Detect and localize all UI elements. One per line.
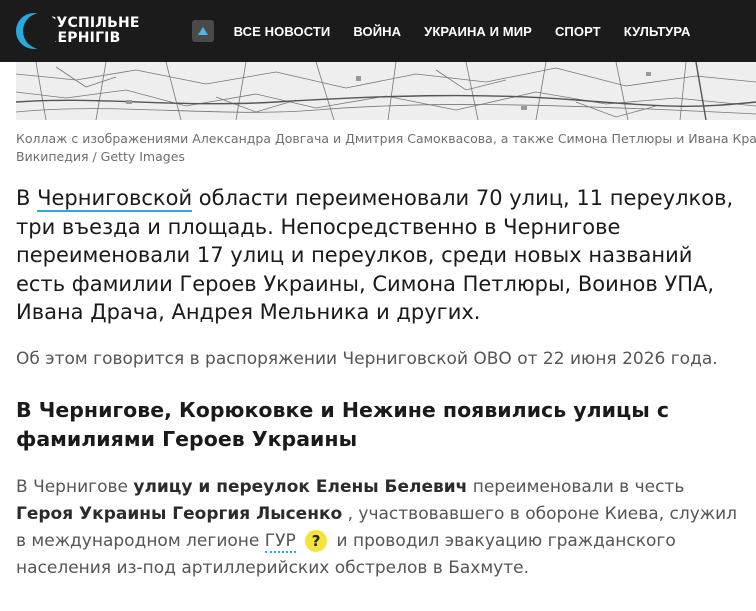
p2-text-2: переименовали в честь <box>467 477 685 497</box>
caption-text: Коллаж с изображениями Александра Довгач… <box>16 131 756 146</box>
nav-item-culture[interactable]: КУЛЬТУРА <box>624 24 691 39</box>
nav-item-ukraine-world[interactable]: УКРАИНА И МИР <box>424 24 532 39</box>
top-navigation-bar: СУСПІЛЬНЕ ЧЕРНІГІВ ВСЕ НОВОСТИ ВОЙНА УКР… <box>0 0 756 62</box>
nav-item-sport[interactable]: СПОРТ <box>555 24 601 39</box>
main-nav: ВСЕ НОВОСТИ ВОЙНА УКРАИНА И МИР СПОРТ КУ… <box>234 24 714 39</box>
p2-text-1: В Чернигове <box>16 477 134 497</box>
image-caption: Коллаж с изображениями Александра Довгач… <box>16 130 756 166</box>
logo-line-2: ЧЕРНІГІВ <box>46 30 121 46</box>
caption-credit: Википедия / Getty Images <box>16 149 185 164</box>
lead-text-start: В <box>16 186 38 210</box>
logo-icon <box>16 13 59 49</box>
site-logo[interactable]: СУСПІЛЬНЕ ЧЕРНІГІВ <box>16 13 140 49</box>
question-mark-icon[interactable]: ? <box>305 530 328 552</box>
map-image <box>16 62 756 120</box>
p2-bold-street: улицу и переулок Елены Белевич <box>133 477 468 497</box>
up-arrow-icon <box>197 27 208 35</box>
gur-term-link[interactable]: ГУР <box>264 531 296 553</box>
p2-bold-hero: Героя Украины Георгия Лысенко <box>16 504 343 524</box>
logo-line-1: СУСПІЛЬНЕ <box>46 15 140 31</box>
article-image <box>16 62 756 120</box>
logo-text: СУСПІЛЬНЕ ЧЕРНІГІВ <box>46 16 140 46</box>
article-paragraph-source: Об этом говорится в распоряжении Черниго… <box>16 349 718 369</box>
article-subheading: В Чернигове, Корюковке и Нежине появилис… <box>16 398 670 451</box>
nav-item-war[interactable]: ВОЙНА <box>353 24 401 39</box>
home-button[interactable] <box>191 20 214 42</box>
nav-item-all-news[interactable]: ВСЕ НОВОСТИ <box>234 24 331 39</box>
article-paragraph-renaming: В Чернигове улицу и переулок Елены Белев… <box>16 474 741 582</box>
region-link[interactable]: Черниговской <box>37 186 193 212</box>
article-lead: В Черниговской области переименовали 70 … <box>16 184 736 327</box>
